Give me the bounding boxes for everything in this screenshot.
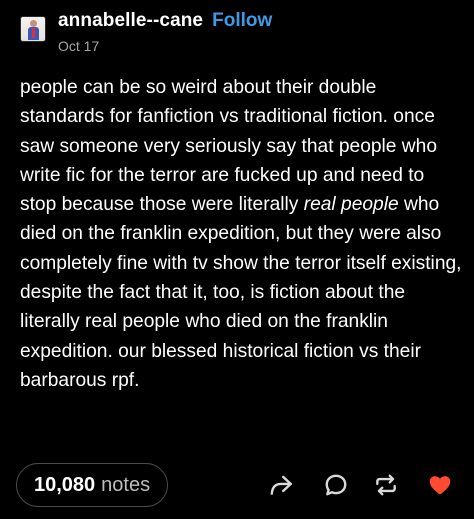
notes-label: notes [101, 473, 151, 496]
reblog-button[interactable] [373, 472, 399, 498]
post-date[interactable]: Oct 17 [58, 38, 272, 54]
reblog-icon [376, 474, 396, 496]
post-body: people can be so weird about their doubl… [20, 73, 464, 395]
avatar[interactable] [20, 16, 46, 42]
heart-icon [429, 476, 451, 495]
share-button[interactable] [268, 472, 294, 498]
post-text-part-2: who died on the franklin expedition, but… [20, 194, 462, 391]
post-header: annabelle--cane Follow Oct 17 [20, 10, 272, 56]
post-text: people can be so weird about their doubl… [20, 73, 464, 395]
like-button[interactable] [427, 472, 453, 498]
header-line: annabelle--cane Follow [58, 10, 272, 34]
reply-bubble-icon [325, 474, 347, 496]
avatar-head-shape [30, 20, 37, 27]
notes-button[interactable]: 10,080 notes [16, 463, 169, 507]
share-arrow-icon [270, 475, 292, 495]
notes-count: 10,080 [34, 473, 96, 496]
avatar-accent-shape [32, 28, 35, 38]
reply-button[interactable] [323, 472, 349, 498]
username-link[interactable]: annabelle--cane [58, 10, 203, 32]
header-text: annabelle--cane Follow Oct 17 [58, 10, 272, 54]
post-text-italic: real people [303, 194, 399, 216]
follow-button[interactable]: Follow [212, 10, 272, 32]
post-footer: 10,080 notes [16, 463, 460, 509]
